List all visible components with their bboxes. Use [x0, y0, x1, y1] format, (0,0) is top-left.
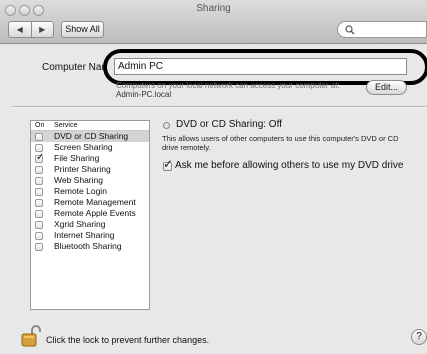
service-row[interactable]: Internet Sharing — [31, 230, 149, 241]
service-name: Bluetooth Sharing — [54, 241, 122, 251]
service-name: File Sharing — [54, 153, 100, 163]
service-row[interactable]: Printer Sharing — [31, 164, 149, 175]
service-checkbox[interactable] — [35, 177, 43, 185]
service-name: Remote Management — [54, 197, 136, 207]
show-all-button[interactable]: Show All — [61, 21, 104, 38]
computer-name-description: Computers on your local network can acce… — [116, 81, 340, 99]
service-row[interactable]: Bluetooth Sharing — [31, 241, 149, 252]
service-description: This allows users of other computers to … — [162, 134, 399, 152]
service-checkbox[interactable] — [35, 188, 43, 196]
nav-buttons: ◀ ▶ — [8, 21, 54, 38]
service-row[interactable]: Screen Sharing — [31, 142, 149, 153]
service-status: DVD or CD Sharing: Off — [176, 119, 282, 130]
service-row[interactable]: ✓ File Sharing — [31, 152, 149, 164]
back-icon[interactable]: ◀ — [9, 22, 32, 37]
service-checkbox[interactable] — [35, 221, 43, 229]
service-list: On Service DVD or CD Sharing Screen Shari… — [30, 120, 150, 310]
forward-icon[interactable]: ▶ — [32, 22, 54, 37]
service-checkbox[interactable] — [35, 133, 43, 141]
search-icon — [345, 25, 355, 35]
computer-name-label: Computer Nan — [42, 62, 108, 73]
service-name: DVD or CD Sharing — [54, 131, 129, 141]
status-indicator-icon — [163, 122, 170, 129]
divider — [12, 106, 427, 108]
service-checkbox[interactable] — [35, 166, 43, 174]
service-checkbox[interactable] — [35, 243, 43, 251]
service-row[interactable]: Remote Login — [31, 186, 149, 197]
service-checkbox[interactable] — [35, 210, 43, 218]
service-row[interactable]: Web Sharing — [31, 175, 149, 186]
service-name: Screen Sharing — [54, 142, 113, 152]
lock-message: Click the lock to prevent further change… — [46, 335, 210, 345]
service-name: Xgrid Sharing — [54, 219, 106, 229]
service-checkbox[interactable] — [35, 199, 43, 207]
window-title: Sharing — [196, 3, 231, 14]
service-name: Web Sharing — [54, 175, 103, 185]
service-name: Printer Sharing — [54, 164, 111, 174]
service-checkbox[interactable] — [35, 144, 43, 152]
service-list-header: On Service — [31, 121, 149, 131]
title-bar: Sharing ◀ ▶ Show All — [0, 0, 427, 44]
search-input[interactable] — [337, 21, 427, 38]
help-button[interactable]: ? — [411, 329, 427, 345]
service-row[interactable]: Remote Apple Events — [31, 208, 149, 219]
header-service: Service — [54, 122, 78, 129]
service-name: Remote Apple Events — [54, 208, 136, 218]
service-name: Internet Sharing — [54, 230, 115, 240]
service-checkbox[interactable] — [35, 232, 43, 240]
edit-button[interactable]: Edit... — [366, 80, 407, 95]
description-line-2: Admin-PC.local — [116, 90, 172, 99]
checkmark-icon: ✓ — [163, 157, 174, 171]
header-on: On — [35, 122, 45, 129]
lock-icon[interactable] — [21, 325, 41, 347]
service-row[interactable]: DVD or CD Sharing — [31, 131, 149, 142]
ask-permission-label: Ask me before allowing others to use my … — [175, 160, 404, 171]
description-line-1: Computers on your local network can acce… — [116, 81, 340, 90]
checkmark-icon: ✓ — [36, 152, 45, 163]
service-row[interactable]: Xgrid Sharing — [31, 219, 149, 230]
service-row[interactable]: Remote Management — [31, 197, 149, 208]
service-name: Remote Login — [54, 186, 107, 196]
